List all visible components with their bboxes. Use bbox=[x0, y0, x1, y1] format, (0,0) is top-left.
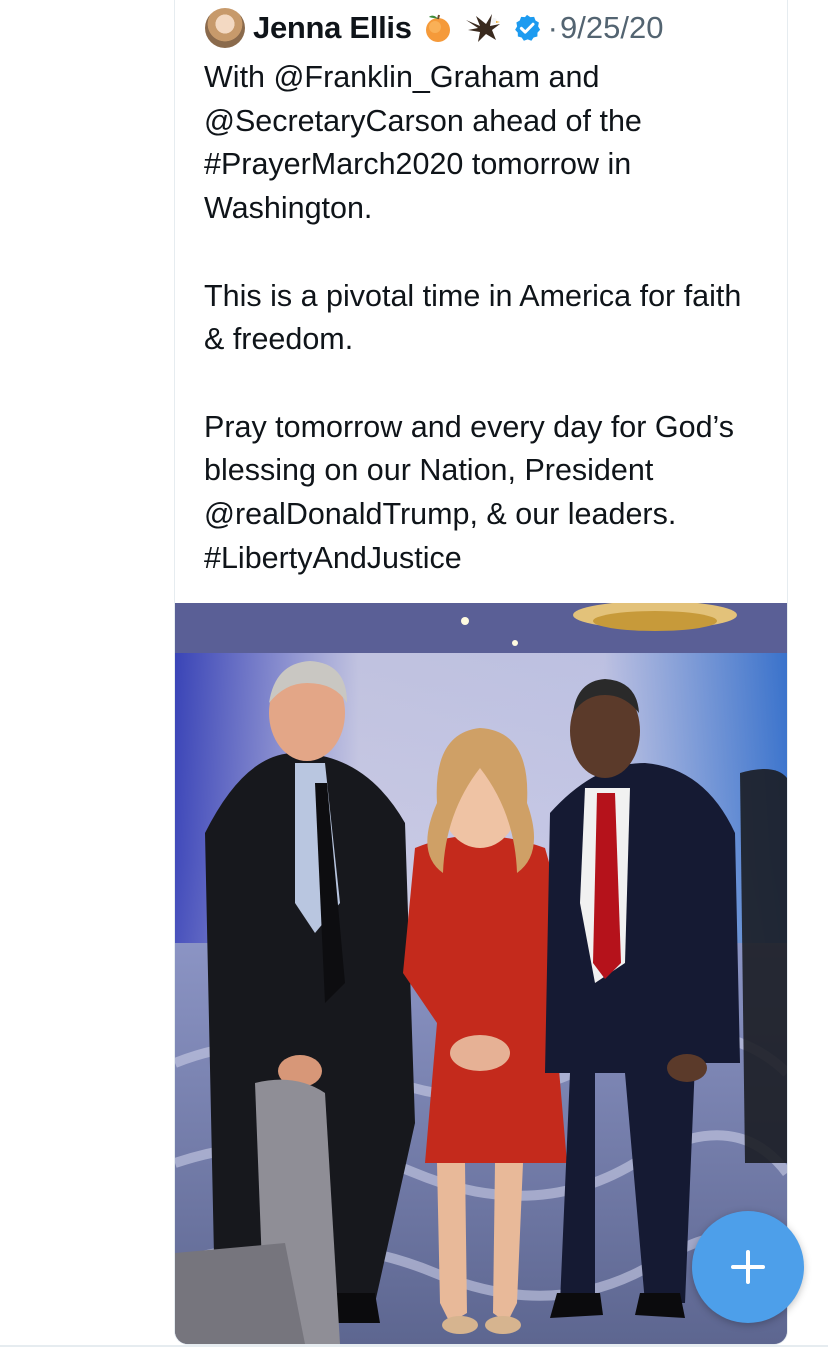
eagle-emoji-icon bbox=[465, 14, 500, 42]
tweet-card[interactable]: Jenna Ellis · 9/25/20 With @Franklin_Gra… bbox=[174, 0, 788, 1345]
tweet-header: Jenna Ellis · 9/25/20 bbox=[205, 8, 663, 48]
verified-badge-icon bbox=[514, 14, 540, 41]
header-separator: · bbox=[547, 10, 558, 45]
tweet-photo[interactable] bbox=[175, 603, 787, 1344]
tweet-page: Jenna Ellis · 9/25/20 With @Franklin_Gra… bbox=[0, 0, 828, 1347]
display-name[interactable]: Jenna Ellis bbox=[253, 10, 412, 46]
tweet-timestamp[interactable]: 9/25/20 bbox=[560, 10, 663, 46]
compose-tweet-button[interactable] bbox=[692, 1211, 804, 1323]
plus-icon bbox=[731, 1250, 765, 1284]
tweet-text: With @Franklin_Graham and @SecretaryCars… bbox=[204, 60, 742, 575]
peach-emoji-icon bbox=[425, 14, 450, 42]
avatar[interactable] bbox=[205, 8, 245, 48]
